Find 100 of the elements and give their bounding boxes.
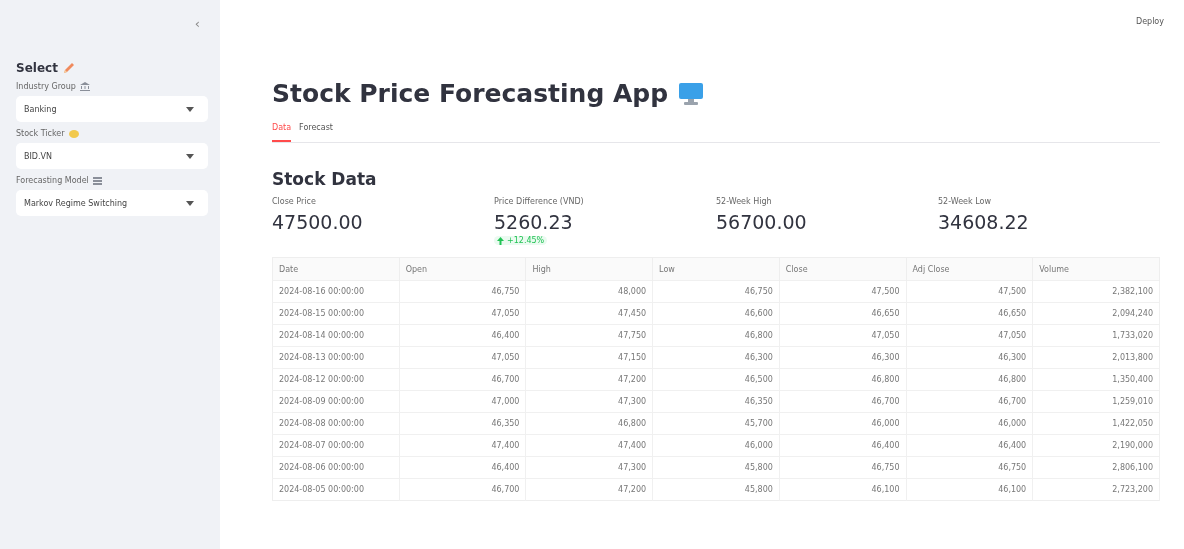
table-cell: 47,050 — [906, 324, 1033, 347]
computer-icon — [678, 80, 705, 107]
page-title: Stock Price Forecasting App — [272, 79, 669, 108]
section-heading: Stock Data — [272, 169, 378, 189]
table-cell: 47,300 — [525, 456, 653, 479]
table-cell: 2,094,240 — [1032, 302, 1160, 325]
metric-label: Price Difference (VND) — [494, 197, 585, 206]
metric-value: 5260.23 — [494, 211, 574, 233]
table-cell: 2,013,800 — [1032, 346, 1160, 369]
coin-icon — [68, 129, 79, 138]
up-arrow-icon — [497, 236, 504, 245]
table-cell: 45,800 — [652, 456, 780, 479]
table-cell: 2024-08-14 00:00:00 — [272, 324, 400, 347]
column-header: Volume — [1032, 257, 1160, 281]
sidebar-heading: Select — [16, 61, 58, 75]
table-cell: 46,100 — [906, 478, 1033, 501]
table-cell: 47,450 — [525, 302, 653, 325]
table-cell: 46,600 — [652, 302, 780, 325]
table-cell: 47,400 — [525, 434, 653, 457]
table-cell: 47,150 — [525, 346, 653, 369]
table-cell: 1,733,020 — [1032, 324, 1160, 347]
table-cell: 47,400 — [399, 434, 526, 457]
caret-icon — [186, 153, 194, 159]
table-cell: 1,259,010 — [1032, 390, 1160, 413]
table-cell: 1,350,400 — [1032, 368, 1160, 391]
dropdown[interactable]: Banking — [16, 96, 208, 122]
dropdown[interactable]: BID.VN — [16, 143, 208, 169]
metric-label: 52-Week Low — [938, 197, 992, 206]
table-cell: 2,723,200 — [1032, 478, 1160, 501]
table-cell: 47,050 — [779, 324, 906, 347]
table-cell: 46,700 — [399, 478, 526, 501]
table-cell: 48,000 — [525, 280, 653, 303]
table-cell: 2024-08-07 00:00:00 — [272, 434, 400, 457]
table-cell: 46,750 — [399, 280, 526, 303]
table-cell: 46,750 — [652, 280, 780, 303]
metric-value: 34608.22 — [938, 211, 1030, 233]
metric-value: 56700.00 — [716, 211, 808, 233]
table-cell: 2024-08-13 00:00:00 — [272, 346, 400, 369]
table-cell: 46,400 — [399, 324, 526, 347]
caret-icon — [186, 106, 194, 112]
column-header: Date — [272, 257, 400, 281]
table-cell: 46,100 — [779, 478, 906, 501]
column-header: Adj Close — [906, 257, 1033, 281]
metric-label: 52-Week High — [716, 197, 773, 206]
table-cell: 46,000 — [906, 412, 1033, 435]
table-cell: 46,000 — [779, 412, 906, 435]
field-label: Industry Group — [16, 82, 76, 91]
caret-icon — [186, 200, 194, 206]
bank-icon — [79, 82, 90, 91]
table-cell: 46,400 — [399, 456, 526, 479]
table-cell: 47,200 — [525, 368, 653, 391]
table-cell: 46,750 — [779, 456, 906, 479]
table-cell: 2024-08-15 00:00:00 — [272, 302, 400, 325]
table-cell: 46,400 — [906, 434, 1033, 457]
table-cell: 46,700 — [399, 368, 526, 391]
table-cell: 1,422,050 — [1032, 412, 1160, 435]
table-cell: 46,300 — [779, 346, 906, 369]
table-cell: 47,500 — [906, 280, 1033, 303]
deploy-button[interactable]: Deploy — [1130, 16, 1170, 27]
table-cell: 46,350 — [652, 390, 780, 413]
table-cell: 46,750 — [906, 456, 1033, 479]
dropdown[interactable]: Markov Regime Switching — [16, 190, 208, 216]
column-header: Low — [652, 257, 780, 281]
column-header: High — [525, 257, 653, 281]
metric-delta: +12.45% — [507, 236, 545, 245]
table-cell: 46,800 — [779, 368, 906, 391]
tab[interactable]: Forecast — [299, 123, 333, 142]
table-cell: 46,650 — [779, 302, 906, 325]
table-cell: 46,650 — [906, 302, 1033, 325]
table-cell: 46,400 — [779, 434, 906, 457]
table-cell: 45,700 — [652, 412, 780, 435]
field-label: Stock Ticker — [16, 129, 65, 138]
table-cell: 46,700 — [906, 390, 1033, 413]
table-cell: 46,300 — [652, 346, 780, 369]
table-cell: 2,806,100 — [1032, 456, 1160, 479]
table-cell: 2024-08-05 00:00:00 — [272, 478, 400, 501]
table-cell: 2,190,000 — [1032, 434, 1160, 457]
table-cell: 2024-08-12 00:00:00 — [272, 368, 400, 391]
list-icon — [92, 176, 102, 185]
table-cell: 47,200 — [525, 478, 653, 501]
metric-label: Close Price — [272, 197, 317, 206]
table-cell: 47,050 — [399, 302, 526, 325]
table-cell: 45,800 — [652, 478, 780, 501]
table-cell: 46,800 — [906, 368, 1033, 391]
table-cell: 47,500 — [779, 280, 906, 303]
pencil-icon — [61, 61, 76, 75]
table-cell: 2024-08-16 00:00:00 — [272, 280, 400, 303]
table-cell: 46,350 — [399, 412, 526, 435]
column-header: Close — [779, 257, 906, 281]
table-cell: 2024-08-06 00:00:00 — [272, 456, 400, 479]
table-cell: 47,000 — [399, 390, 526, 413]
table-cell: 47,300 — [525, 390, 653, 413]
table-cell: 46,700 — [779, 390, 906, 413]
table-cell: 46,300 — [906, 346, 1033, 369]
table-cell: 47,750 — [525, 324, 653, 347]
table-cell: 2024-08-08 00:00:00 — [272, 412, 400, 435]
table-cell: 46,500 — [652, 368, 780, 391]
column-header: Open — [399, 257, 526, 281]
metric-value: 47500.00 — [272, 211, 364, 233]
table-cell: 46,000 — [652, 434, 780, 457]
